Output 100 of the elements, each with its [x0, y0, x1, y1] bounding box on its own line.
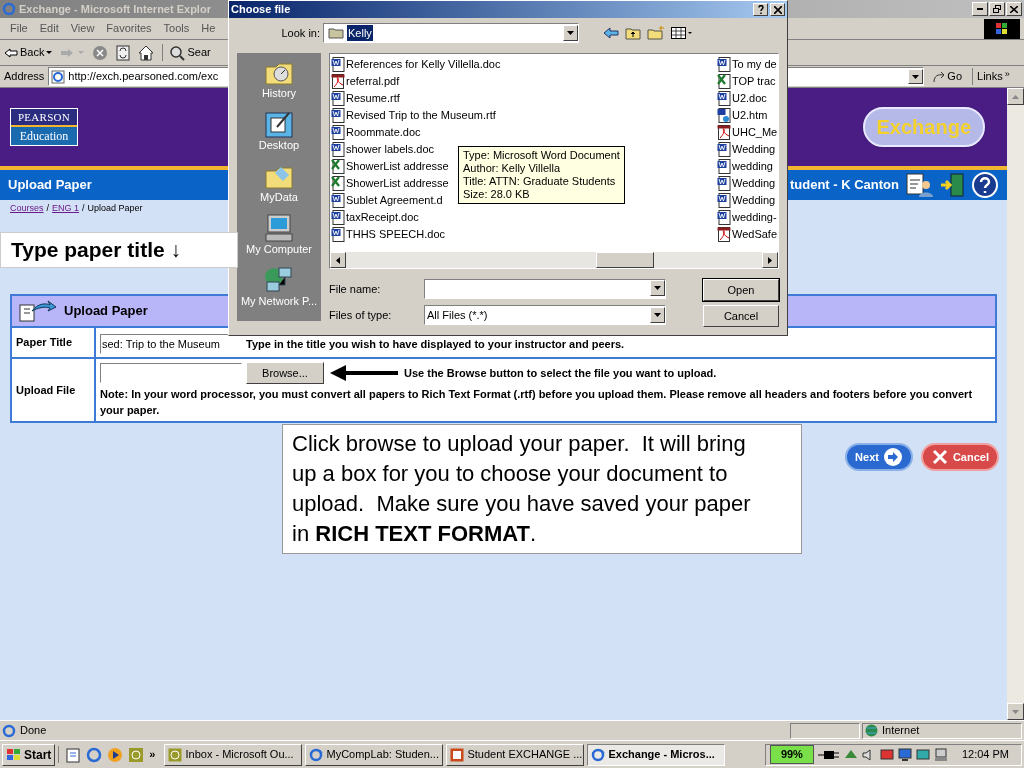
menu-item[interactable]: He — [195, 20, 222, 37]
home-icon[interactable] — [138, 44, 155, 61]
browser-icon — [2, 2, 16, 16]
file-type-label: Files of type: — [329, 307, 393, 323]
scroll-thumb[interactable] — [596, 252, 654, 268]
file-name[interactable]: References for Kelly Villella.doc — [346, 56, 501, 73]
file-name[interactable]: TOP trac — [732, 73, 776, 90]
back-button[interactable]: Back — [4, 44, 53, 61]
field-hint: Use the Browse button to select the file you want to upload. — [404, 365, 717, 381]
file-name[interactable]: Wedding — [732, 141, 776, 158]
word-document-icon — [717, 91, 731, 106]
taskbar-button[interactable]: Inbox - Microsoft Ou... — [164, 743, 303, 766]
file-name[interactable]: ShowerList addresse — [346, 175, 449, 192]
places-item[interactable]: My Network P... — [237, 265, 321, 313]
view-menu-icon[interactable] — [671, 27, 693, 39]
look-in-dropdown[interactable]: Kelly — [323, 23, 579, 43]
file-name-label: File name: — [329, 281, 382, 297]
network-computers-icon — [263, 265, 295, 295]
file-name[interactable]: To my de — [732, 56, 777, 73]
file-name[interactable]: Sublet Agreement.d — [346, 192, 443, 209]
user-name: tudent - K Canton — [789, 176, 899, 195]
taskbar-button[interactable]: Exchange - Micros... — [587, 743, 726, 766]
clock-icon[interactable] — [128, 746, 145, 763]
clock-time: 12:04 PM — [961, 747, 1009, 763]
pointing-arrow-icon — [328, 363, 400, 383]
places-item[interactable]: History — [237, 57, 321, 105]
file-name[interactable]: U2.doc — [732, 90, 767, 107]
address-label: Address — [4, 69, 45, 85]
taskbar-button[interactable]: Student EXCHANGE ... — [446, 743, 585, 766]
breadcrumb-item: Upload Paper — [87, 202, 143, 216]
breadcrumb-link[interactable]: Courses — [10, 202, 44, 216]
file-name[interactable]: Wedding — [732, 192, 776, 209]
file-name[interactable]: wedding- — [732, 209, 777, 226]
taskbar-button[interactable]: MyCompLab: Studen... — [305, 743, 444, 766]
file-name[interactable]: U2.htm — [732, 107, 768, 124]
horizontal-scrollbar[interactable] — [330, 252, 778, 268]
file-name-field[interactable] — [424, 279, 666, 299]
upload-icon — [18, 299, 58, 323]
desktop-icon — [263, 109, 295, 139]
refresh-icon[interactable] — [116, 44, 131, 61]
field-hint: Type in the title you wish to have displayed to your instructor and peers. — [246, 336, 625, 352]
cancel-button[interactable]: Cancel — [920, 443, 999, 471]
file-name[interactable]: wedding — [732, 158, 773, 175]
restore-button[interactable] — [989, 2, 1005, 16]
help-icon[interactable] — [971, 171, 999, 199]
up-folder-icon[interactable] — [625, 26, 641, 40]
file-name[interactable]: WedSafe — [732, 226, 778, 243]
breadcrumb-separator: / — [82, 202, 85, 216]
file-name[interactable]: shower labels.doc — [346, 141, 435, 158]
menu-item[interactable]: File — [4, 20, 34, 37]
notepad-icon[interactable] — [65, 746, 82, 763]
word-document-icon — [717, 57, 731, 72]
menu-item[interactable]: View — [64, 20, 101, 37]
profile-icon[interactable] — [905, 172, 933, 198]
places-item[interactable]: MyData — [237, 161, 321, 209]
minimize-button[interactable] — [972, 2, 988, 16]
dialog-button[interactable]: Cancel — [703, 305, 779, 327]
start-button[interactable]: Start — [2, 743, 56, 766]
more-button[interactable]: » — [149, 746, 156, 763]
file-name[interactable]: referral.pdf — [346, 73, 400, 90]
browse-button[interactable]: Browse... — [246, 362, 324, 384]
file-name[interactable]: Revised Trip to the Museum.rtf — [346, 107, 496, 124]
exit-door-icon[interactable] — [939, 172, 965, 198]
browser-icon[interactable] — [86, 746, 103, 763]
dialog-button[interactable]: Open — [703, 279, 779, 301]
go-button[interactable]: Go — [932, 68, 963, 85]
breadcrumb-link[interactable]: ENG 1 — [52, 202, 80, 216]
menu-item[interactable]: Edit — [33, 20, 65, 37]
places-item[interactable]: Desktop — [237, 109, 321, 157]
close-button[interactable] — [770, 3, 785, 16]
file-type-dropdown[interactable]: All Files (*.*) — [424, 305, 666, 325]
file-name[interactable]: Resume.rtf — [346, 90, 400, 107]
stop-icon[interactable] — [92, 44, 109, 61]
file-name[interactable]: Wedding — [732, 175, 776, 192]
file-name[interactable]: Roommate.doc — [346, 124, 421, 141]
exchange-badge: Exchange — [862, 107, 985, 147]
links-button[interactable]: Links » — [972, 68, 1010, 85]
menu-item[interactable]: Tools — [157, 20, 196, 37]
tooltip-text: Size: 28.0 KB — [463, 188, 531, 201]
file-name[interactable]: ShowerList addresse — [346, 158, 449, 175]
browse-hint-callout: Click browse to upload your paper. It will bring up a box for you to choose your document to upload. Make sure you have saved your paper in RICH TEXT FORMAT. — [282, 424, 802, 554]
file-name[interactable]: THHS SPEECH.doc — [346, 226, 446, 243]
vertical-scrollbar[interactable] — [1007, 88, 1024, 720]
dialog-title: Choose file — [231, 2, 291, 18]
restore-icon — [993, 5, 1001, 13]
monitor-icon — [897, 747, 912, 762]
back-arrow-icon[interactable] — [603, 27, 619, 39]
file-name[interactable]: taxReceipt.doc — [346, 209, 419, 226]
field-label: Upload File — [16, 382, 76, 398]
places-item[interactable]: My Computer — [237, 213, 321, 261]
next-button[interactable]: Next — [845, 443, 913, 471]
media-player-icon[interactable] — [107, 746, 124, 763]
close-button[interactable] — [1006, 2, 1022, 16]
pdf-document-icon — [717, 227, 731, 242]
tooltip-text: Title: ATTN: Graduate Students — [463, 175, 617, 188]
search-button[interactable]: Sear — [162, 44, 211, 61]
file-name[interactable]: UHC_Me — [732, 124, 778, 141]
help-button[interactable] — [753, 3, 768, 16]
battery-percentage: 99% — [769, 745, 814, 764]
menu-item[interactable]: Favorites — [100, 20, 158, 37]
